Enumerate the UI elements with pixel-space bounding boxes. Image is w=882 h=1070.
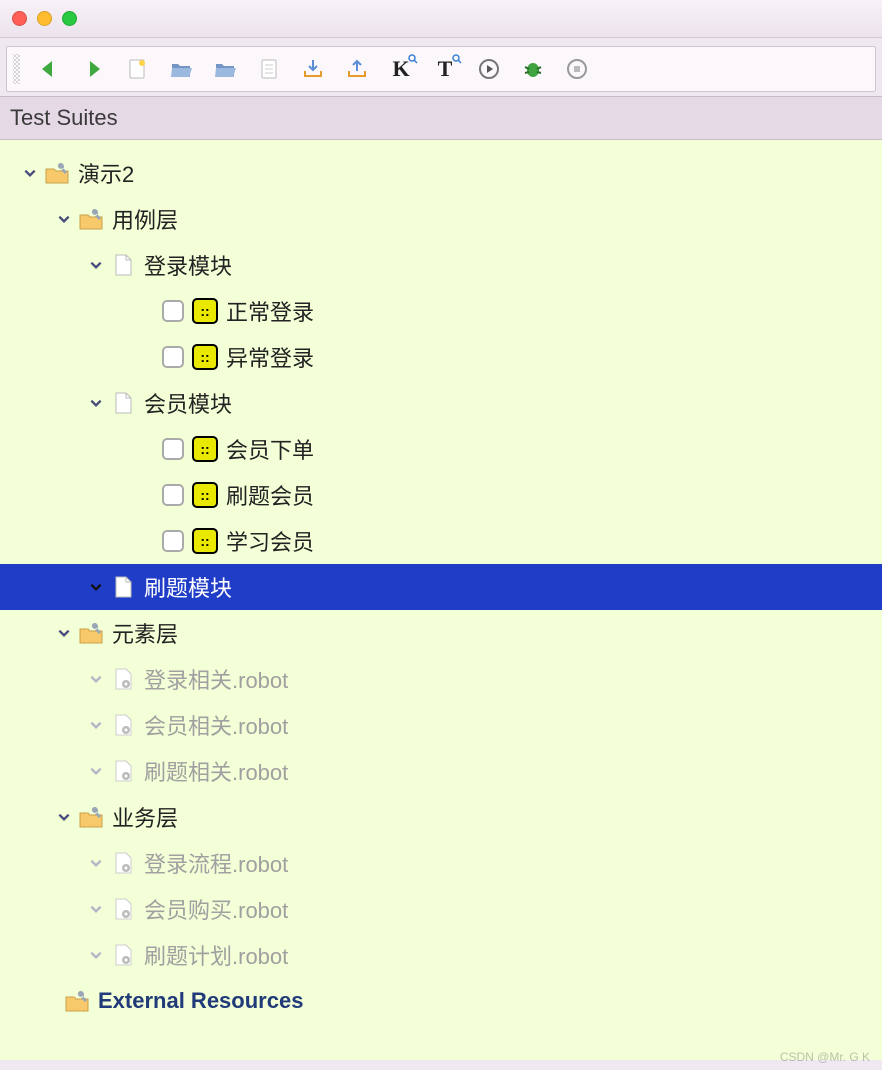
chevron-down-icon[interactable] — [84, 943, 108, 967]
title-bar — [0, 0, 882, 38]
tree-node-label: 会员相关.robot — [144, 709, 288, 741]
forward-button[interactable] — [78, 54, 108, 84]
new-file-button[interactable] — [122, 54, 152, 84]
file-gear-icon — [108, 756, 138, 786]
tree-node-external[interactable]: External Resources — [0, 978, 882, 1024]
tree-node-test[interactable]: :: 学习会员 — [0, 518, 882, 564]
open-folder-button[interactable] — [166, 54, 196, 84]
back-button[interactable] — [34, 54, 64, 84]
tree-node-label: 刷题相关.robot — [144, 755, 288, 787]
tree-node-resource[interactable]: 会员相关.robot — [0, 702, 882, 748]
tree-node-test[interactable]: :: 正常登录 — [0, 288, 882, 334]
file-gear-icon — [108, 664, 138, 694]
export-button[interactable] — [342, 54, 372, 84]
robot-test-icon: :: — [192, 482, 218, 508]
chevron-down-icon[interactable] — [18, 161, 42, 185]
tree-node-suite-selected[interactable]: 刷题模块 — [0, 564, 882, 610]
robot-test-icon: :: — [192, 344, 218, 370]
document-button[interactable] — [254, 54, 284, 84]
file-gear-icon — [108, 940, 138, 970]
tree-node-label: 用例层 — [112, 203, 178, 235]
tree-node-label: 刷题会员 — [226, 479, 314, 511]
tree-node-suite[interactable]: 会员模块 — [0, 380, 882, 426]
tree-node-label: 登录模块 — [144, 249, 232, 281]
checkbox[interactable] — [162, 346, 184, 368]
chevron-down-icon[interactable] — [84, 253, 108, 277]
search-keyword-button[interactable]: K — [386, 54, 416, 84]
panel-title: Test Suites — [10, 105, 118, 130]
tree-node-label: 元素层 — [112, 617, 178, 649]
tree[interactable]: 演示2 用例层 登录模块 :: 正常登录 :: 异常登录 — [0, 140, 882, 1060]
tree-node-label: 会员模块 — [144, 387, 232, 419]
tree-node-label: 登录流程.robot — [144, 847, 288, 879]
tree-node-label: 学习会员 — [226, 525, 314, 557]
chevron-down-icon[interactable] — [84, 391, 108, 415]
tree-node-label: 刷题模块 — [144, 571, 232, 603]
folder-wrench-icon — [76, 204, 106, 234]
panel-header: Test Suites — [0, 96, 882, 140]
tree-node-label: External Resources — [98, 988, 303, 1014]
watermark: CSDN @Mr. G K — [780, 1050, 870, 1064]
checkbox[interactable] — [162, 438, 184, 460]
tree-node-resource[interactable]: 登录流程.robot — [0, 840, 882, 886]
tree-node-label: 会员下单 — [226, 433, 314, 465]
minimize-window-button[interactable] — [37, 11, 52, 26]
folder-wrench-icon — [42, 158, 72, 188]
tree-node-label: 演示2 — [78, 157, 134, 189]
tree-node-folder[interactable]: 元素层 — [0, 610, 882, 656]
chevron-down-icon[interactable] — [84, 713, 108, 737]
tree-node-folder[interactable]: 业务层 — [0, 794, 882, 840]
chevron-down-icon[interactable] — [84, 759, 108, 783]
file-icon — [108, 388, 138, 418]
tree-node-resource[interactable]: 刷题相关.robot — [0, 748, 882, 794]
file-gear-icon — [108, 848, 138, 878]
debug-button[interactable] — [518, 54, 548, 84]
chevron-down-icon[interactable] — [84, 667, 108, 691]
folder-wrench-icon — [76, 618, 106, 648]
tree-node-test[interactable]: :: 异常登录 — [0, 334, 882, 380]
chevron-down-icon[interactable] — [52, 207, 76, 231]
chevron-down-icon[interactable] — [84, 575, 108, 599]
tree-node-label: 正常登录 — [226, 295, 314, 327]
close-window-button[interactable] — [12, 11, 27, 26]
toolbar: K T — [6, 46, 876, 92]
folder-wrench-icon — [76, 802, 106, 832]
chevron-down-icon[interactable] — [84, 851, 108, 875]
toolbar-grip — [13, 54, 20, 84]
file-gear-icon — [108, 894, 138, 924]
robot-test-icon: :: — [192, 436, 218, 462]
chevron-down-icon[interactable] — [52, 621, 76, 645]
tree-node-label: 业务层 — [112, 801, 178, 833]
chevron-down-icon[interactable] — [52, 805, 76, 829]
tree-node-test[interactable]: :: 刷题会员 — [0, 472, 882, 518]
import-button[interactable] — [298, 54, 328, 84]
open-folder-alt-button[interactable] — [210, 54, 240, 84]
tree-node-resource[interactable]: 刷题计划.robot — [0, 932, 882, 978]
robot-test-icon: :: — [192, 528, 218, 554]
search-text-button[interactable]: T — [430, 54, 460, 84]
traffic-lights — [12, 11, 77, 26]
checkbox[interactable] — [162, 300, 184, 322]
file-icon — [108, 572, 138, 602]
tree-node-suite[interactable]: 登录模块 — [0, 242, 882, 288]
file-gear-icon — [108, 710, 138, 740]
run-button[interactable] — [474, 54, 504, 84]
stop-button[interactable] — [562, 54, 592, 84]
tree-node-root[interactable]: 演示2 — [0, 150, 882, 196]
file-icon — [108, 250, 138, 280]
tree-node-label: 异常登录 — [226, 341, 314, 373]
tree-node-label: 会员购买.robot — [144, 893, 288, 925]
robot-test-icon: :: — [192, 298, 218, 324]
tree-node-resource[interactable]: 登录相关.robot — [0, 656, 882, 702]
tree-node-label: 刷题计划.robot — [144, 939, 288, 971]
tree-node-folder[interactable]: 用例层 — [0, 196, 882, 242]
maximize-window-button[interactable] — [62, 11, 77, 26]
chevron-down-icon[interactable] — [84, 897, 108, 921]
checkbox[interactable] — [162, 484, 184, 506]
tree-node-test[interactable]: :: 会员下单 — [0, 426, 882, 472]
tree-node-resource[interactable]: 会员购买.robot — [0, 886, 882, 932]
folder-wrench-icon — [62, 986, 92, 1016]
checkbox[interactable] — [162, 530, 184, 552]
tree-node-label: 登录相关.robot — [144, 663, 288, 695]
